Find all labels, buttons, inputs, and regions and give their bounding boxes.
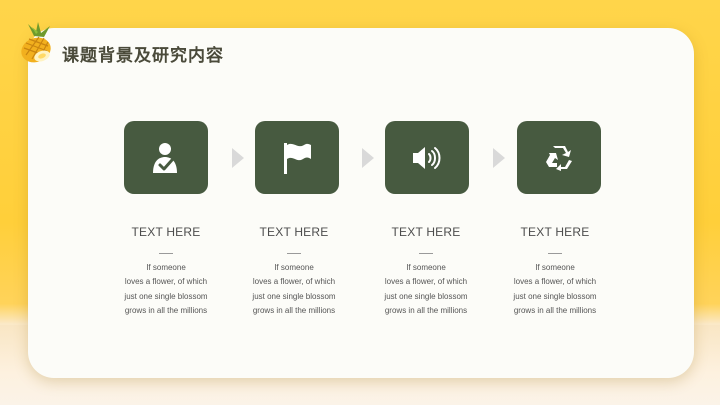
step-2-divider xyxy=(287,253,301,254)
step-4-divider xyxy=(548,253,562,254)
step-3-description: If someone loves a flower, of which just… xyxy=(384,263,468,315)
chevron-right-icon xyxy=(493,148,505,168)
recycle-icon xyxy=(546,145,572,171)
step-1-divider xyxy=(159,253,173,254)
content-card xyxy=(28,28,694,378)
step-3-icon-tile xyxy=(385,121,469,194)
chevron-right-icon xyxy=(362,148,374,168)
step-4-description: If someone loves a flower, of which just… xyxy=(513,263,597,315)
user-check-icon xyxy=(153,142,177,173)
pineapple-logo-icon xyxy=(21,22,51,63)
step-2-description: If someone loves a flower, of which just… xyxy=(252,263,336,315)
flag-icon xyxy=(284,142,311,174)
step-3-divider xyxy=(419,253,433,254)
step-4-heading: TEXT HERE xyxy=(520,225,590,239)
step-2-icon-tile xyxy=(255,121,339,194)
slide-title: 课题背景及研究内容 xyxy=(62,46,224,66)
step-1-icon-tile xyxy=(124,121,208,194)
chevron-right-icon xyxy=(232,148,244,168)
step-1-heading: TEXT HERE xyxy=(131,225,201,239)
speaker-icon xyxy=(413,146,441,169)
step-3-heading: TEXT HERE xyxy=(391,225,461,239)
step-1-description: If someone loves a flower, of which just… xyxy=(124,263,208,315)
step-4-icon-tile xyxy=(517,121,601,194)
step-2-heading: TEXT HERE xyxy=(259,225,329,239)
